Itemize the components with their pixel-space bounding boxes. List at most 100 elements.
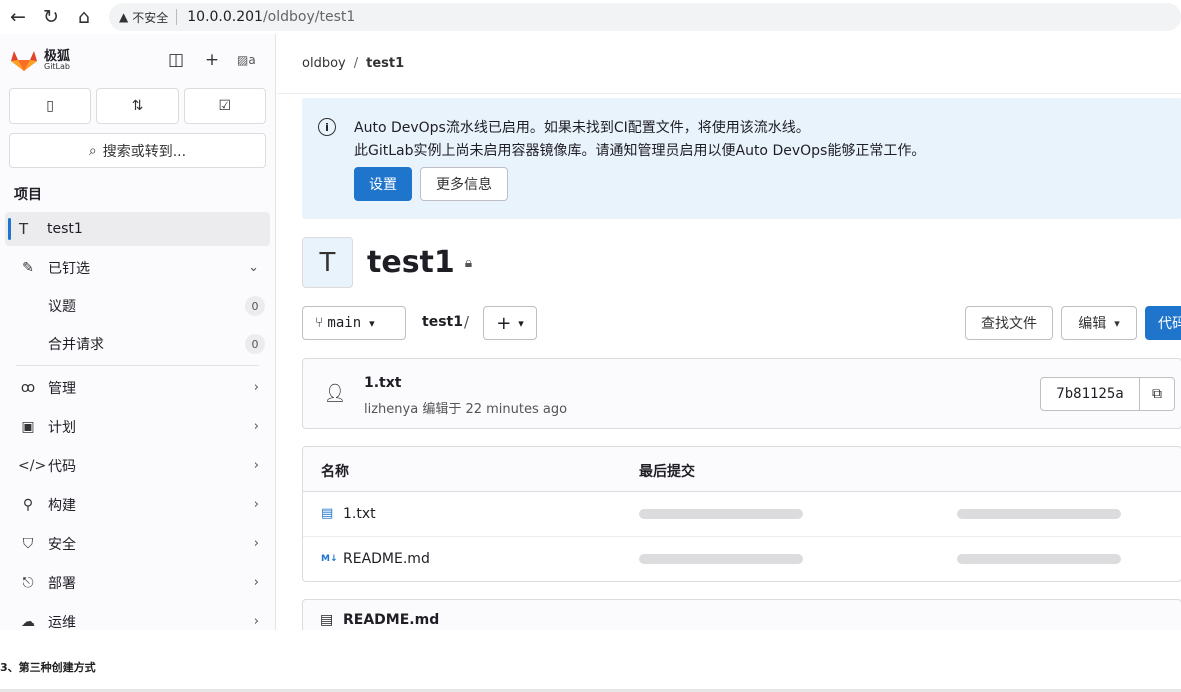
issues-quick-button[interactable]: ▯ bbox=[9, 88, 92, 124]
brand-text[interactable]: 极狐 GitLab bbox=[44, 50, 70, 71]
sidebar-item-secure[interactable]: ⛉ 安全 › bbox=[0, 524, 275, 563]
chevron-right-icon: › bbox=[253, 380, 259, 395]
copy-icon: ⧉ bbox=[1152, 386, 1162, 402]
todos-quick-button[interactable]: ☑ bbox=[183, 88, 266, 124]
issues-count-badge: 0 bbox=[245, 296, 265, 316]
shield-icon: ⛉ bbox=[22, 535, 34, 552]
copy-sha-button[interactable]: ⧉ bbox=[1139, 377, 1175, 411]
project-title: test1 bbox=[367, 245, 455, 280]
project-name: test1 bbox=[47, 221, 83, 237]
merge-requests-count-badge: 0 bbox=[245, 334, 265, 354]
search-icon: ⌕ bbox=[88, 142, 97, 159]
breadcrumb: oldboy / test1 bbox=[277, 34, 1181, 94]
url-host: 10.0.0.201 bbox=[187, 9, 263, 25]
active-indicator bbox=[8, 218, 11, 240]
file-name[interactable]: 1.txt bbox=[343, 506, 376, 522]
file-text-icon: ▤ bbox=[320, 612, 334, 628]
address-divider bbox=[176, 9, 178, 25]
sidebar-item-manage[interactable]: ꝏ 管理 › bbox=[0, 368, 275, 407]
sidebar-item-deploy[interactable]: ⎋ 部署 › bbox=[0, 563, 275, 602]
merge-request-icon: ⇅ bbox=[131, 98, 144, 114]
edit-dropdown[interactable]: 编辑 ▾ bbox=[1061, 306, 1137, 340]
section-title-project: 项目 bbox=[14, 187, 42, 203]
commit-title[interactable]: 1.txt bbox=[364, 375, 401, 391]
chevron-right-icon: › bbox=[253, 458, 259, 473]
branch-selector[interactable]: ⑂ main ▾ bbox=[302, 306, 406, 340]
home-icon[interactable]: ⌂ bbox=[69, 2, 99, 32]
user-avatar[interactable]: ▨ a bbox=[237, 49, 263, 71]
merge-requests-quick-button[interactable]: ⇅ bbox=[96, 88, 179, 124]
sidebar-item-operate[interactable]: ☁ 运维 › bbox=[0, 602, 275, 631]
chevron-down-icon: ▾ bbox=[1114, 316, 1120, 330]
loading-skeleton bbox=[957, 554, 1121, 564]
loading-skeleton bbox=[639, 554, 803, 564]
file-name[interactable]: README.md bbox=[343, 551, 430, 567]
project-header: T test1 🔒︎ bbox=[302, 237, 472, 288]
code-dropdown[interactable]: 代码 bbox=[1145, 306, 1181, 340]
browser-toolbar: ← ↻ ⌂ ▲ 不安全 10.0.0.201/oldboy/test1 bbox=[0, 0, 1181, 34]
find-file-button[interactable]: 查找文件 bbox=[965, 306, 1053, 340]
document-area: 3、第三种创建方式 bbox=[0, 630, 1181, 692]
sidebar-divider bbox=[16, 365, 259, 366]
broken-image-icon: ▨ bbox=[237, 53, 249, 67]
url-path: /oldboy/test1 bbox=[262, 9, 356, 25]
table-row[interactable]: ▤ 1.txt bbox=[303, 492, 1181, 537]
more-info-button[interactable]: 更多信息 bbox=[420, 167, 508, 201]
security-warning[interactable]: ▲ 不安全 bbox=[119, 9, 168, 26]
brand-row: 极狐 GitLab ◫ + ▨ a bbox=[0, 34, 275, 86]
sidebar-item-plan[interactable]: ▣ 计划 › bbox=[0, 407, 275, 446]
chevron-right-icon: › bbox=[253, 614, 259, 629]
loading-skeleton bbox=[957, 509, 1121, 519]
back-arrow-icon[interactable]: ← bbox=[3, 2, 33, 32]
project-avatar: T bbox=[302, 237, 353, 288]
document-heading: 3、第三种创建方式 bbox=[0, 661, 96, 674]
search-or-goto-button[interactable]: ⌕ 搜索或转到... bbox=[9, 133, 266, 168]
branch-icon: ⑂ bbox=[315, 315, 324, 331]
sidebar-toggle-icon[interactable]: ◫ bbox=[165, 50, 187, 70]
warning-triangle-icon: ▲ bbox=[119, 10, 129, 24]
rocket-icon: ⚲ bbox=[22, 496, 34, 513]
gitlab-fox-logo-icon[interactable] bbox=[10, 48, 38, 72]
users-icon: ꝏ bbox=[20, 379, 36, 396]
deploy-icon: ⎋ bbox=[22, 574, 34, 591]
sidebar-item-pinned[interactable]: ✎ 已钉选 ⌄ bbox=[0, 248, 275, 287]
add-to-tree-dropdown[interactable]: + ▾ bbox=[483, 306, 537, 340]
sidebar: 极狐 GitLab ◫ + ▨ a ▯ ⇅ ☑ ⌕ 搜索或转到... 项目 T t… bbox=[0, 34, 276, 630]
issue-icon: ▯ bbox=[46, 98, 55, 114]
info-icon: i bbox=[318, 118, 336, 136]
sidebar-item-merge-requests[interactable]: 合并请求 0 bbox=[0, 325, 275, 363]
repository-toolbar: ⑂ main ▾ test1 / + ▾ 查找文件 编辑 ▾ 代码 bbox=[302, 306, 1181, 340]
commit-meta: lizhenya 编辑于 22 minutes ago bbox=[364, 402, 568, 417]
commit-author-avatar[interactable]: 👤︎ bbox=[319, 378, 351, 410]
readme-card: ▤ README.md bbox=[302, 599, 1181, 630]
column-header-name: 名称 bbox=[321, 464, 349, 480]
markdown-icon: M↓ bbox=[321, 554, 338, 564]
address-bar[interactable]: ▲ 不安全 10.0.0.201/oldboy/test1 bbox=[109, 3, 1181, 31]
pin-icon: ✎ bbox=[22, 259, 34, 276]
readme-filename[interactable]: README.md bbox=[343, 612, 439, 628]
sidebar-item-project[interactable]: T test1 bbox=[5, 212, 270, 246]
sidebar-item-code[interactable]: </> 代码 › bbox=[0, 446, 275, 485]
chevron-down-icon: ▾ bbox=[518, 316, 524, 330]
chevron-down-icon: ⌄ bbox=[248, 260, 259, 275]
repo-path-separator: / bbox=[464, 313, 470, 331]
loading-skeleton bbox=[639, 509, 803, 519]
create-new-plus-icon[interactable]: + bbox=[201, 50, 223, 70]
sidebar-item-issues[interactable]: 议题 0 bbox=[0, 287, 275, 325]
chevron-right-icon: › bbox=[253, 419, 259, 434]
breadcrumb-project-link[interactable]: test1 bbox=[366, 56, 404, 71]
file-tree-table: 名称 最后提交 ▤ 1.txt M↓ README.md bbox=[302, 446, 1181, 582]
cloud-icon: ☁ bbox=[21, 613, 35, 630]
chevron-right-icon: › bbox=[253, 536, 259, 551]
settings-button[interactable]: 设置 bbox=[354, 167, 412, 201]
commit-sha[interactable]: 7b81125a bbox=[1040, 377, 1140, 411]
table-row[interactable]: M↓ README.md bbox=[303, 537, 1181, 581]
sidebar-item-build[interactable]: ⚲ 构建 › bbox=[0, 485, 275, 524]
todo-check-icon: ☑ bbox=[218, 98, 232, 114]
breadcrumb-group-link[interactable]: oldboy bbox=[302, 56, 346, 71]
code-icon: </> bbox=[18, 457, 47, 474]
reload-icon[interactable]: ↻ bbox=[36, 2, 66, 32]
plus-icon: + bbox=[496, 312, 512, 334]
repo-path-root[interactable]: test1 bbox=[422, 314, 463, 330]
breadcrumb-separator: / bbox=[353, 56, 359, 71]
